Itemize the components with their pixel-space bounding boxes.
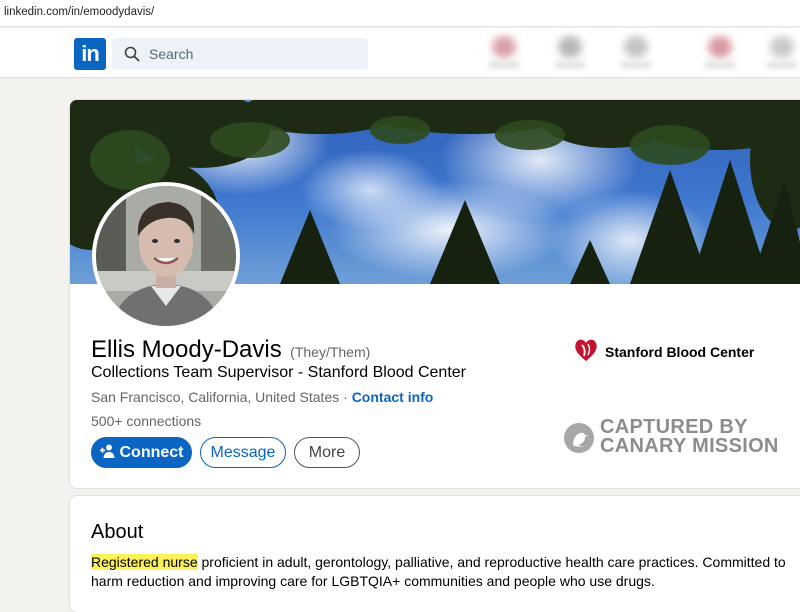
nav-item-blurred[interactable] — [760, 32, 800, 74]
message-button[interactable]: Message — [200, 437, 286, 468]
search-placeholder: Search — [149, 46, 194, 62]
search-input[interactable]: Search — [112, 38, 368, 70]
separator-dot: · — [343, 389, 348, 405]
add-person-icon — [99, 444, 114, 458]
watermark: CAPTURED BY CANARY MISSION — [564, 417, 779, 457]
contact-info-link[interactable]: Contact info — [352, 389, 434, 405]
profile-pronouns: (They/Them) — [290, 344, 371, 360]
nav-item-blurred[interactable] — [548, 32, 592, 74]
about-text: Registered nurse proficient in adult, ge… — [91, 553, 791, 591]
nav-item-blurred[interactable] — [698, 32, 742, 74]
profile-location-row: San Francisco, California, United States… — [91, 389, 433, 405]
top-navigation: in Search — [0, 28, 800, 78]
connections-count[interactable]: 500+ connections — [91, 413, 201, 429]
search-icon — [124, 46, 140, 62]
url-text[interactable]: linkedin.com/in/emoodydavis/ — [4, 6, 154, 18]
linkedin-logo[interactable]: in — [74, 38, 106, 70]
highlighted-text: Registered nurse — [91, 554, 198, 570]
profile-location: San Francisco, California, United States — [91, 389, 340, 405]
profile-photo[interactable] — [92, 182, 240, 330]
current-company[interactable]: Stanford Blood Center — [573, 337, 754, 368]
profile-name: Ellis Moody-Davis — [91, 336, 282, 363]
profile-headline: Collections Team Supervisor - Stanford B… — [91, 364, 466, 381]
about-section: About Registered nurse proficient in adu… — [69, 495, 800, 612]
browser-address-bar[interactable]: linkedin.com/in/emoodydavis/ — [0, 0, 800, 27]
about-title: About — [91, 521, 144, 543]
canary-bird-icon — [564, 423, 594, 453]
watermark-line-2: CANARY MISSION — [600, 435, 779, 457]
connect-label: Connect — [119, 444, 184, 461]
profile-card: Ellis Moody-Davis (They/Them) Collection… — [69, 99, 800, 489]
more-button[interactable]: More — [294, 437, 360, 468]
company-name: Stanford Blood Center — [605, 344, 755, 360]
nav-item-blurred[interactable] — [482, 32, 526, 74]
stanford-blood-center-logo — [575, 339, 597, 361]
nav-item-blurred[interactable] — [614, 32, 658, 74]
connect-button[interactable]: Connect — [91, 437, 192, 468]
